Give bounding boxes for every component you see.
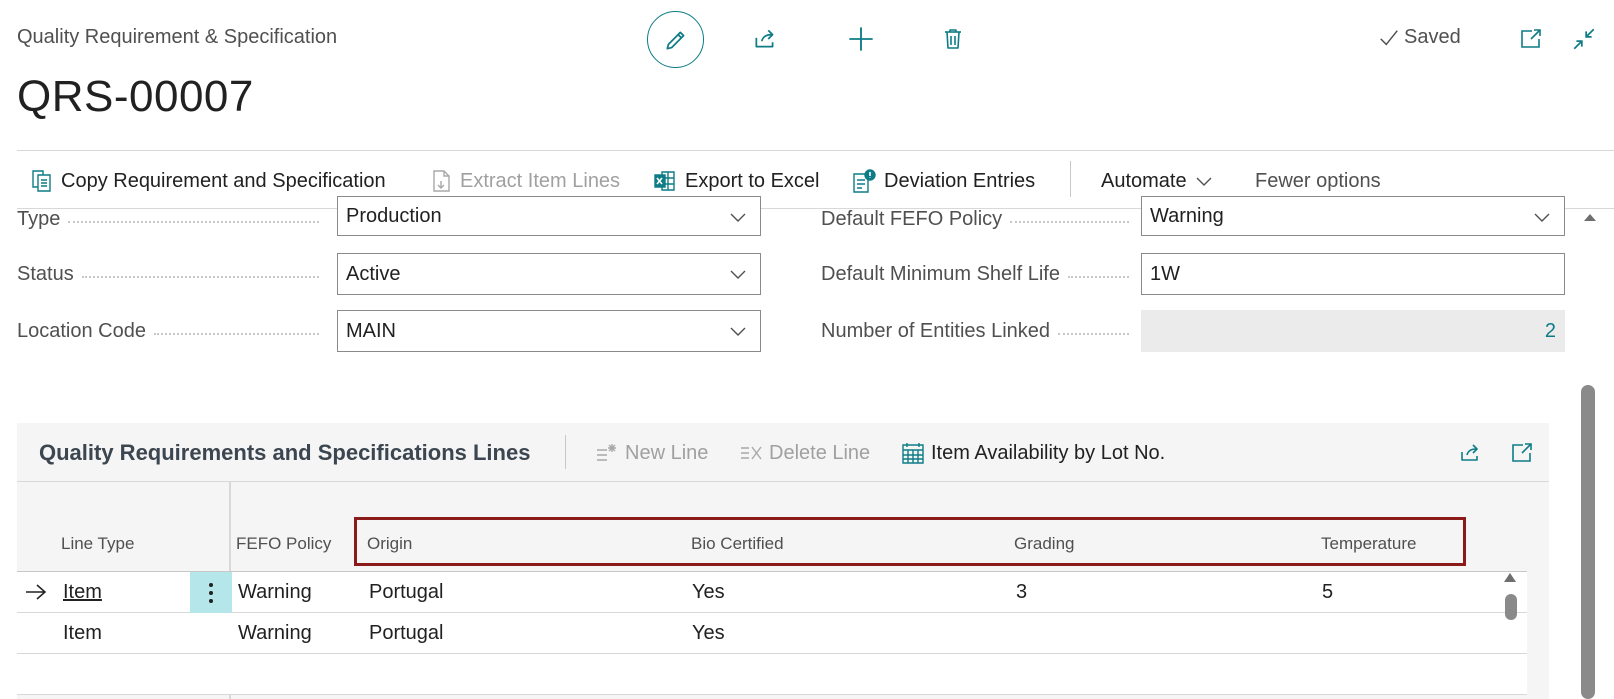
fefo-policy-cell[interactable]: Warning bbox=[238, 581, 312, 604]
status-select[interactable]: Active bbox=[337, 253, 761, 295]
type-select[interactable]: Production bbox=[337, 196, 761, 236]
location-code-label: Location Code bbox=[17, 318, 319, 344]
delete-line-icon bbox=[741, 446, 762, 460]
column-header-fefo-policy[interactable]: FEFO Policy bbox=[236, 534, 331, 554]
bio-certified-cell[interactable]: Yes bbox=[692, 581, 725, 604]
fewer-options-label: Fewer options bbox=[1255, 169, 1381, 192]
lines-grid: Line Type FEFO Policy Origin Bio Certifi… bbox=[17, 482, 1527, 699]
more-vertical-icon bbox=[209, 582, 213, 603]
chevron-down-icon bbox=[730, 327, 746, 336]
lines-header: Quality Requirements and Specifications … bbox=[17, 423, 1549, 482]
page-scrollbar-thumb[interactable] bbox=[1581, 385, 1595, 699]
export-to-excel-label: Export to Excel bbox=[685, 169, 820, 192]
expand-icon bbox=[1512, 443, 1532, 462]
line-type-cell[interactable]: Item bbox=[63, 581, 102, 604]
default-fefo-policy-value: Warning bbox=[1150, 204, 1224, 227]
trash-icon bbox=[945, 29, 961, 49]
default-minimum-shelf-life-label: Default Minimum Shelf Life bbox=[821, 261, 1129, 287]
current-row-arrow-icon bbox=[26, 584, 47, 600]
lines-separator bbox=[565, 435, 566, 469]
share-icon bbox=[1461, 444, 1478, 461]
lines-subpage: Quality Requirements and Specifications … bbox=[17, 423, 1549, 699]
new-button[interactable] bbox=[844, 22, 878, 56]
plus-icon bbox=[849, 27, 873, 51]
open-new-window-button[interactable] bbox=[1514, 22, 1548, 56]
fefo-policy-cell[interactable]: Warning bbox=[238, 622, 312, 645]
fewer-options-button[interactable]: Fewer options bbox=[1255, 165, 1381, 197]
excel-icon bbox=[654, 171, 675, 191]
edit-button[interactable] bbox=[647, 11, 704, 68]
chevron-down-icon bbox=[1534, 213, 1550, 222]
edit-icon bbox=[665, 31, 684, 50]
temperature-cell[interactable]: 5 bbox=[1322, 581, 1333, 604]
popout-icon bbox=[1521, 29, 1541, 48]
line-type-cell[interactable]: Item bbox=[63, 622, 102, 645]
lines-expand-button[interactable] bbox=[1507, 438, 1537, 468]
bio-certified-cell[interactable]: Yes bbox=[692, 622, 725, 645]
default-fefo-policy-select[interactable]: Warning bbox=[1141, 196, 1565, 236]
export-to-excel-action[interactable]: Export to Excel bbox=[653, 165, 820, 197]
share-icon bbox=[755, 29, 774, 48]
automate-label: Automate bbox=[1101, 169, 1187, 192]
row-actions-button[interactable] bbox=[190, 572, 232, 613]
check-icon bbox=[1380, 29, 1398, 46]
lines-title: Quality Requirements and Specifications … bbox=[39, 440, 531, 465]
type-label: Type bbox=[17, 206, 319, 232]
automate-menu[interactable]: Automate bbox=[1101, 165, 1213, 197]
copy-document-icon bbox=[32, 170, 51, 192]
copy-requirement-label: Copy Requirement and Specification bbox=[61, 169, 386, 192]
app-title: Quality Requirement & Specification bbox=[17, 26, 338, 48]
default-minimum-shelf-life-value: 1W bbox=[1150, 262, 1180, 285]
grid-scrollbar-thumb[interactable] bbox=[1505, 594, 1517, 620]
delete-button[interactable] bbox=[936, 22, 970, 56]
chevron-down-icon bbox=[730, 213, 746, 222]
collapse-button[interactable] bbox=[1567, 22, 1601, 56]
share-button[interactable] bbox=[748, 22, 782, 56]
origin-cell[interactable]: Portugal bbox=[369, 622, 444, 645]
saved-status: Saved bbox=[1378, 26, 1461, 49]
calendar-grid-icon bbox=[902, 443, 924, 464]
highlighted-columns-box bbox=[354, 517, 1466, 566]
delete-line-label: Delete Line bbox=[769, 441, 871, 464]
saved-label: Saved bbox=[1404, 26, 1461, 48]
grid-scroll-up-arrow-icon[interactable] bbox=[1503, 571, 1517, 583]
grading-cell[interactable]: 3 bbox=[1016, 581, 1027, 604]
new-line-icon bbox=[597, 444, 616, 461]
copy-requirement-action[interactable]: Copy Requirement and Specification bbox=[31, 165, 386, 197]
scroll-up-arrow-icon[interactable] bbox=[1583, 212, 1597, 222]
page-title: QRS-00007 bbox=[17, 72, 254, 121]
collapse-icon bbox=[1573, 28, 1595, 50]
number-of-entities-linked-value[interactable]: 2 bbox=[1141, 310, 1565, 352]
chevron-down-icon bbox=[730, 270, 746, 279]
location-code-value: MAIN bbox=[346, 319, 396, 342]
action-separator bbox=[1070, 161, 1071, 197]
deviation-entries-action[interactable]: Deviation Entries bbox=[852, 165, 1035, 197]
status-value: Active bbox=[346, 262, 401, 285]
table-row[interactable]: Item Warning Portugal Yes bbox=[17, 613, 1527, 654]
entities-linked-count: 2 bbox=[1544, 319, 1556, 342]
default-minimum-shelf-life-input[interactable]: 1W bbox=[1141, 253, 1565, 295]
deviation-entries-icon bbox=[853, 169, 876, 193]
item-availability-action[interactable]: Item Availability by Lot No. bbox=[901, 437, 1165, 469]
chevron-down-icon bbox=[1196, 177, 1212, 186]
new-line-action[interactable]: New Line bbox=[595, 437, 708, 469]
number-of-entities-linked-label: Number of Entities Linked bbox=[821, 318, 1129, 344]
delete-line-action[interactable]: Delete Line bbox=[739, 437, 870, 469]
column-header-line-type[interactable]: Line Type bbox=[61, 534, 134, 554]
type-value: Production bbox=[346, 204, 442, 227]
lines-share-button[interactable] bbox=[1455, 438, 1485, 468]
default-fefo-policy-label: Default FEFO Policy bbox=[821, 206, 1129, 232]
empty-table-row[interactable] bbox=[17, 654, 1527, 695]
status-label: Status bbox=[17, 261, 319, 287]
extract-item-lines-label: Extract Item Lines bbox=[460, 169, 621, 192]
location-code-select[interactable]: MAIN bbox=[337, 310, 761, 352]
deviation-entries-label: Deviation Entries bbox=[884, 169, 1036, 192]
table-row[interactable]: Item Warning Portugal Yes 3 5 bbox=[17, 572, 1527, 613]
new-line-label: New Line bbox=[625, 441, 709, 464]
item-availability-label: Item Availability by Lot No. bbox=[931, 441, 1166, 464]
origin-cell[interactable]: Portugal bbox=[369, 581, 444, 604]
extract-document-icon bbox=[433, 170, 450, 192]
extract-item-lines-action[interactable]: Extract Item Lines bbox=[432, 165, 620, 197]
